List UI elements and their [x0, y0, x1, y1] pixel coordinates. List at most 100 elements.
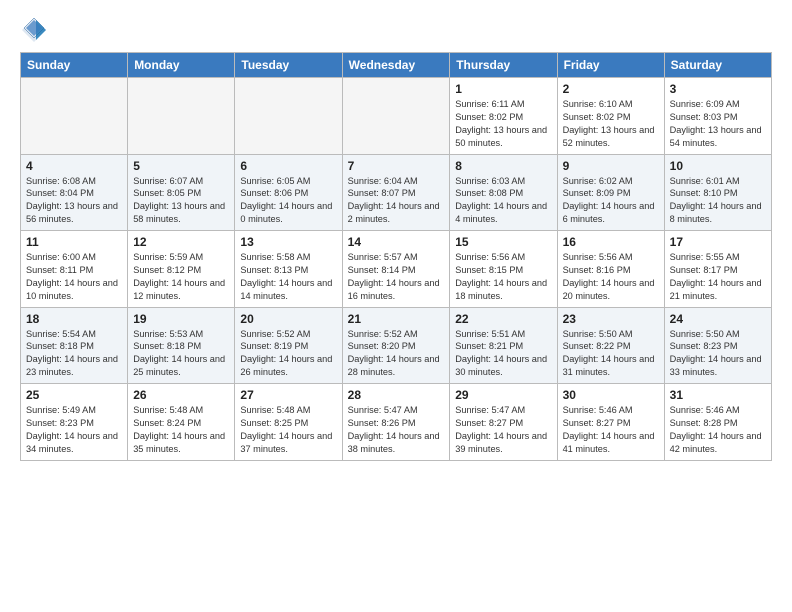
day-number: 17	[670, 235, 766, 249]
day-number: 7	[348, 159, 445, 173]
sunset-label: Sunset: 8:20 PM	[348, 341, 416, 351]
sunset-label: Sunset: 8:06 PM	[240, 188, 308, 198]
sunrise-label: Sunrise: 5:53 AM	[133, 329, 203, 339]
day-info: Sunrise: 6:00 AMSunset: 8:11 PMDaylight:…	[26, 251, 122, 303]
daylight-label: Daylight: 14 hours and 28 minutes.	[348, 354, 440, 377]
calendar-cell: 4Sunrise: 6:08 AMSunset: 8:04 PMDaylight…	[21, 154, 128, 231]
day-number: 31	[670, 388, 766, 402]
sunset-label: Sunset: 8:27 PM	[455, 418, 523, 428]
sunset-label: Sunset: 8:23 PM	[670, 341, 738, 351]
calendar-cell: 17Sunrise: 5:55 AMSunset: 8:17 PMDayligh…	[664, 231, 771, 308]
day-info: Sunrise: 5:50 AMSunset: 8:22 PMDaylight:…	[563, 328, 659, 380]
day-number: 12	[133, 235, 229, 249]
header-row: SundayMondayTuesdayWednesdayThursdayFrid…	[21, 53, 772, 78]
day-info: Sunrise: 6:04 AMSunset: 8:07 PMDaylight:…	[348, 175, 445, 227]
day-info: Sunrise: 5:46 AMSunset: 8:27 PMDaylight:…	[563, 404, 659, 456]
sunrise-label: Sunrise: 5:52 AM	[348, 329, 418, 339]
day-number: 18	[26, 312, 122, 326]
day-info: Sunrise: 6:02 AMSunset: 8:09 PMDaylight:…	[563, 175, 659, 227]
sunrise-label: Sunrise: 6:10 AM	[563, 99, 633, 109]
day-info: Sunrise: 5:47 AMSunset: 8:27 PMDaylight:…	[455, 404, 551, 456]
day-info: Sunrise: 5:59 AMSunset: 8:12 PMDaylight:…	[133, 251, 229, 303]
calendar-cell: 29Sunrise: 5:47 AMSunset: 8:27 PMDayligh…	[450, 384, 557, 461]
sunrise-label: Sunrise: 5:54 AM	[26, 329, 96, 339]
daylight-label: Daylight: 13 hours and 52 minutes.	[563, 125, 655, 148]
sunset-label: Sunset: 8:03 PM	[670, 112, 738, 122]
day-number: 1	[455, 82, 551, 96]
daylight-label: Daylight: 14 hours and 34 minutes.	[26, 431, 118, 454]
day-info: Sunrise: 5:52 AMSunset: 8:19 PMDaylight:…	[240, 328, 336, 380]
sunset-label: Sunset: 8:07 PM	[348, 188, 416, 198]
sunrise-label: Sunrise: 5:50 AM	[670, 329, 740, 339]
daylight-label: Daylight: 14 hours and 39 minutes.	[455, 431, 547, 454]
day-info: Sunrise: 6:01 AMSunset: 8:10 PMDaylight:…	[670, 175, 766, 227]
day-number: 10	[670, 159, 766, 173]
sunset-label: Sunset: 8:09 PM	[563, 188, 631, 198]
calendar-cell: 30Sunrise: 5:46 AMSunset: 8:27 PMDayligh…	[557, 384, 664, 461]
sunset-label: Sunset: 8:18 PM	[133, 341, 201, 351]
daylight-label: Daylight: 14 hours and 18 minutes.	[455, 278, 547, 301]
calendar-cell: 21Sunrise: 5:52 AMSunset: 8:20 PMDayligh…	[342, 307, 450, 384]
calendar-cell: 8 Sunrise: 6:03 AMSunset: 8:08 PMDaylight…	[450, 154, 557, 231]
sunrise-label: Sunrise: 6:11 AM	[455, 99, 524, 109]
page: SundayMondayTuesdayWednesdayThursdayFrid…	[0, 0, 792, 477]
day-number: 3	[670, 82, 766, 96]
sunset-label: Sunset: 8:15 PM	[455, 265, 523, 275]
daylight-label: Daylight: 14 hours and 30 minutes.	[455, 354, 547, 377]
sunset-label: Sunset: 8:21 PM	[455, 341, 523, 351]
calendar-cell: 5Sunrise: 6:07 AMSunset: 8:05 PMDaylight…	[128, 154, 235, 231]
calendar-cell: 23Sunrise: 5:50 AMSunset: 8:22 PMDayligh…	[557, 307, 664, 384]
sunrise-label: Sunrise: 5:52 AM	[240, 329, 310, 339]
day-info: Sunrise: 5:49 AMSunset: 8:23 PMDaylight:…	[26, 404, 122, 456]
sunset-label: Sunset: 8:18 PM	[26, 341, 94, 351]
sunrise-label: Sunrise: 6:08 AM	[26, 176, 96, 186]
day-info: Sunrise: 5:56 AMSunset: 8:15 PMDaylight:…	[455, 251, 551, 303]
day-number: 24	[670, 312, 766, 326]
day-number: 19	[133, 312, 229, 326]
calendar-cell: 31Sunrise: 5:46 AMSunset: 8:28 PMDayligh…	[664, 384, 771, 461]
calendar-week-4: 18 Sunrise: 5:54 AM Sunset: 8:18 PM Dayligh…	[21, 307, 772, 384]
day-number: 8	[455, 159, 551, 173]
calendar-cell: 26Sunrise: 5:48 AMSunset: 8:24 PMDayligh…	[128, 384, 235, 461]
weekday-header-sunday: Sunday	[21, 53, 128, 78]
logo	[20, 16, 50, 44]
day-number: 16	[563, 235, 659, 249]
day-number: 6	[240, 159, 336, 173]
weekday-header-saturday: Saturday	[664, 53, 771, 78]
calendar-cell: 9Sunrise: 6:02 AMSunset: 8:09 PMDaylight…	[557, 154, 664, 231]
calendar-cell	[128, 78, 235, 155]
day-info: Sunrise: 6:03 AMSunset: 8:08 PMDaylight:…	[455, 175, 551, 227]
day-info: Sunrise: 5:50 AMSunset: 8:23 PMDaylight:…	[670, 328, 766, 380]
daylight-label: Daylight: 14 hours and 2 minutes.	[348, 201, 440, 224]
sunset-label: Sunset: 8:25 PM	[240, 418, 308, 428]
calendar-cell: 7 Sunrise: 6:04 AMSunset: 8:07 PMDaylight…	[342, 154, 450, 231]
sunrise-label: Sunrise: 5:51 AM	[455, 329, 525, 339]
calendar-week-1: 1Sunrise: 6:11 AMSunset: 8:02 PMDaylight…	[21, 78, 772, 155]
day-info: Sunrise: 6:07 AMSunset: 8:05 PMDaylight:…	[133, 175, 229, 227]
weekday-header-wednesday: Wednesday	[342, 53, 450, 78]
day-number: 4	[26, 159, 122, 173]
sunrise-label: Sunrise: 5:47 AM	[348, 405, 418, 415]
daylight-label: Daylight: 14 hours and 21 minutes.	[670, 278, 762, 301]
day-number: 26	[133, 388, 229, 402]
sunset-label: Sunset: 8:14 PM	[348, 265, 416, 275]
day-number: 2	[563, 82, 659, 96]
sunrise-label: Sunrise: 6:09 AM	[670, 99, 740, 109]
sunrise-label: Sunrise: 6:00 AM	[26, 252, 96, 262]
calendar-cell: 6Sunrise: 6:05 AMSunset: 8:06 PMDaylight…	[235, 154, 342, 231]
sunset-label: Sunset: 8:04 PM	[26, 188, 94, 198]
header	[20, 16, 772, 44]
day-info: Sunrise: 5:53 AMSunset: 8:18 PMDaylight:…	[133, 328, 229, 380]
day-info: Sunrise: 6:10 AMSunset: 8:02 PMDaylight:…	[563, 98, 659, 150]
day-info: Sunrise: 6:09 AMSunset: 8:03 PMDaylight:…	[670, 98, 766, 150]
calendar-week-2: 4 Sunrise: 6:08 AM Sunset: 8:04 PM Daylight…	[21, 154, 772, 231]
calendar-cell: 14Sunrise: 5:57 AMSunset: 8:14 PMDayligh…	[342, 231, 450, 308]
daylight-label: Daylight: 13 hours and 50 minutes.	[455, 125, 547, 148]
sunset-label: Sunset: 8:10 PM	[670, 188, 738, 198]
calendar-cell: 20 Sunrise: 5:52 AMSunset: 8:19 PMDayligh…	[235, 307, 342, 384]
calendar-cell: 2 Sunrise: 6:10 AMSunset: 8:02 PMDaylight…	[557, 78, 664, 155]
daylight-label: Daylight: 14 hours and 26 minutes.	[240, 354, 332, 377]
day-number: 11	[26, 235, 122, 249]
sunrise-label: Sunrise: 5:49 AM	[26, 405, 96, 415]
day-number: 20	[240, 312, 336, 326]
